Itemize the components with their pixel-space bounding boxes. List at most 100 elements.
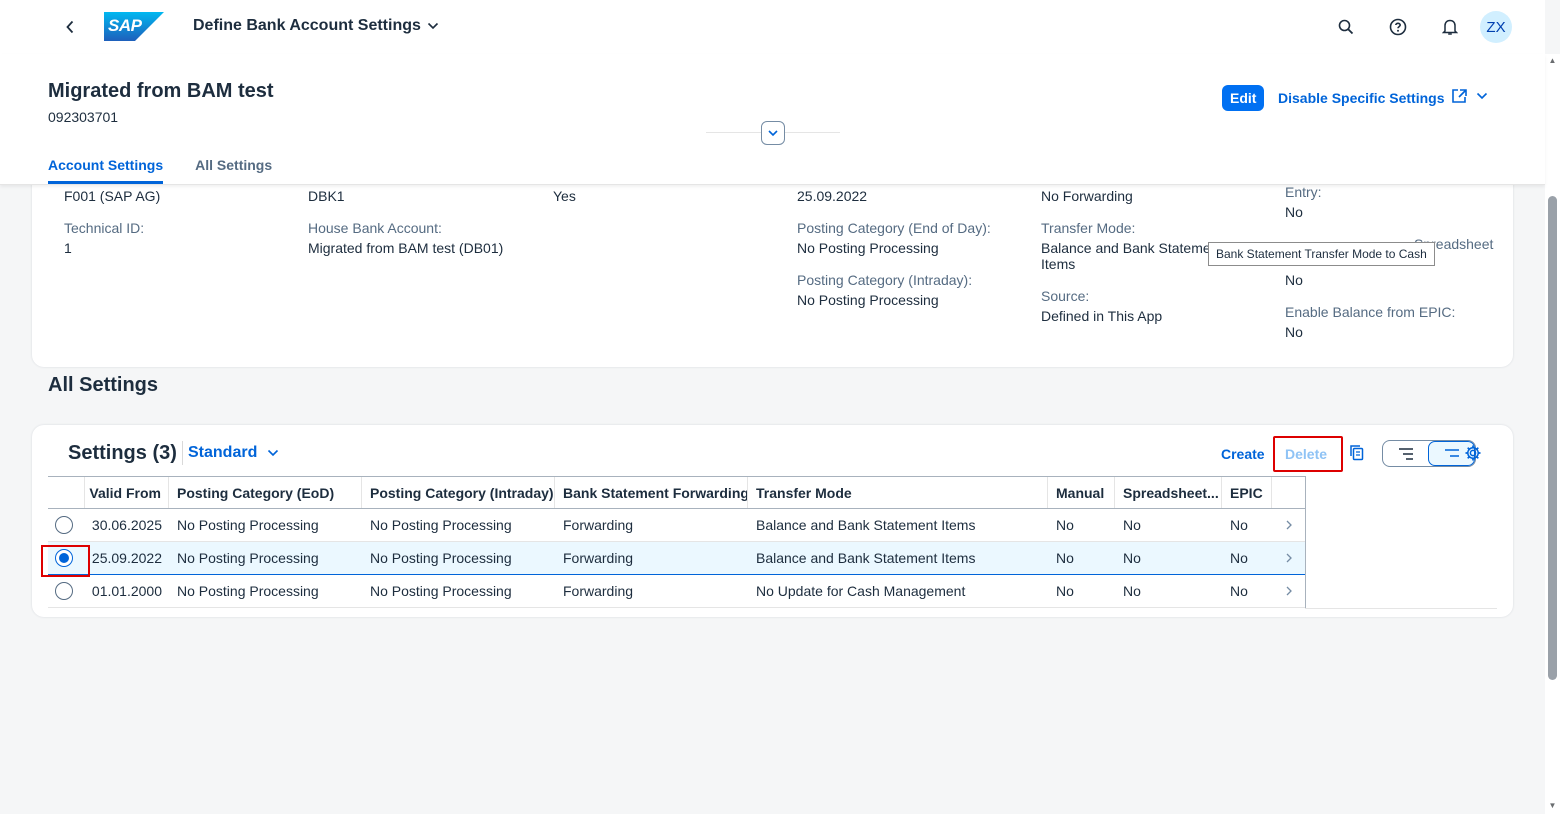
- header-nav-cell: [1272, 477, 1305, 508]
- transfer-mode-label: Transfer Mode:: [1041, 220, 1136, 236]
- row-radio[interactable]: [55, 582, 73, 600]
- help-icon: [1389, 18, 1407, 36]
- shell-bar: SAP Define Bank Account Settings ZX: [0, 0, 1545, 54]
- scroll-down-arrow[interactable]: ▼: [1548, 801, 1557, 810]
- tab-all-settings[interactable]: All Settings: [195, 157, 272, 184]
- scrollbar-thumb[interactable]: [1548, 196, 1557, 680]
- header-select-cell: [48, 477, 85, 508]
- valid-from-cell: 30.06.2025: [91, 517, 162, 533]
- select-cell: [48, 509, 85, 541]
- manual-cell: No: [1056, 517, 1074, 533]
- copy-button[interactable]: [1349, 444, 1365, 467]
- title-separator: [182, 441, 183, 465]
- entry-value: No: [1285, 204, 1303, 220]
- chevron-down-icon: [427, 22, 438, 30]
- table-bottom-border: [1305, 608, 1497, 609]
- tab-bar: Account Settings All Settings: [48, 157, 272, 184]
- search-icon: [1338, 19, 1354, 35]
- app-title: Define Bank Account Settings: [193, 17, 421, 34]
- forwarding-cell: Forwarding: [563, 550, 634, 566]
- spreadsheet-value: No: [1285, 272, 1303, 288]
- variant-label: Standard: [188, 444, 258, 461]
- eod-cell: No Posting Processing: [177, 550, 319, 566]
- column-header[interactable]: Posting Category (Intraday): [362, 477, 555, 508]
- nav-cell[interactable]: [1272, 575, 1305, 607]
- chevron-right-icon: [1286, 586, 1292, 596]
- nav-cell[interactable]: [1272, 542, 1305, 574]
- spreadsheet-cell: No: [1123, 517, 1141, 533]
- column-header[interactable]: EPIC: [1222, 477, 1272, 508]
- house-bank-account-value: Migrated from BAM test (DB01): [308, 240, 504, 256]
- house-bank-account-label: House Bank Account:: [308, 220, 442, 236]
- chevron-right-icon: [1286, 553, 1292, 563]
- tree-view-button[interactable]: [1383, 441, 1428, 466]
- table-title: Settings (3): [68, 442, 177, 464]
- column-header[interactable]: Transfer Mode: [748, 477, 1048, 508]
- table-row[interactable]: 01.01.2000 No Posting Processing No Post…: [48, 575, 1305, 608]
- source-label: Source:: [1041, 288, 1090, 304]
- page-title: Migrated from BAM test: [48, 80, 274, 102]
- column-header[interactable]: Valid From: [85, 477, 169, 508]
- table-row-selected[interactable]: 25.09.2022 No Posting Processing No Post…: [48, 542, 1305, 575]
- logo-text: SAP: [108, 16, 142, 35]
- gear-icon: [1465, 445, 1481, 461]
- manual-cell: No: [1056, 550, 1074, 566]
- spreadsheet-cell: No: [1123, 583, 1141, 599]
- table-header-row: Valid From Posting Category (EoD) Postin…: [48, 476, 1305, 509]
- selected-radio-highlight-box: [41, 545, 90, 577]
- delete-highlight-box: [1273, 436, 1343, 472]
- sap-logo[interactable]: SAP: [104, 12, 164, 41]
- settings-button[interactable]: [1464, 444, 1482, 467]
- table-row[interactable]: 30.06.2025 No Posting Processing No Post…: [48, 509, 1305, 542]
- column-header[interactable]: Bank Statement Forwarding: [555, 477, 748, 508]
- flag-value: Yes: [553, 188, 576, 204]
- transfer-mode-cell: Balance and Bank Statement Items: [756, 517, 976, 533]
- help-button[interactable]: [1386, 15, 1410, 39]
- search-button[interactable]: [1334, 15, 1358, 39]
- technical-id-label: Technical ID:: [64, 220, 145, 236]
- intraday-cell: No Posting Processing: [370, 583, 512, 599]
- share-icon: [1452, 89, 1467, 103]
- notifications-button[interactable]: [1438, 15, 1462, 39]
- company-code-value: F001 (SAP AG): [64, 188, 161, 204]
- create-button[interactable]: Create: [1221, 446, 1265, 462]
- valid-from-cell: 25.09.2022: [91, 550, 162, 566]
- column-header[interactable]: Manual: [1048, 477, 1115, 508]
- expand-header-button[interactable]: [761, 121, 785, 145]
- forwarding-cell: Forwarding: [563, 517, 634, 533]
- list-flat-icon: [1444, 448, 1459, 457]
- scroll-up-arrow[interactable]: ▲: [1548, 56, 1557, 65]
- chevron-down-icon: [268, 449, 279, 457]
- technical-id-value: 1: [64, 240, 72, 256]
- column-header[interactable]: Spreadsheet...: [1115, 477, 1222, 508]
- nav-cell[interactable]: [1272, 509, 1305, 541]
- entry-label: Entry:: [1285, 184, 1322, 200]
- valid-from-cell: 01.01.2000: [91, 583, 162, 599]
- settings-table-card: Settings (3) Standard Create Delete Vali…: [32, 425, 1513, 617]
- disable-specific-settings-button[interactable]: Disable Specific Settings: [1278, 90, 1445, 106]
- app-title-menu[interactable]: Define Bank Account Settings: [193, 17, 439, 35]
- share-menu-button[interactable]: [1451, 88, 1488, 104]
- epic-cell: No: [1230, 583, 1248, 599]
- edit-button[interactable]: Edit: [1222, 85, 1265, 111]
- epic-cell: No: [1230, 517, 1248, 533]
- column-header[interactable]: Posting Category (EoD): [169, 477, 362, 508]
- epic-cell: No: [1230, 550, 1248, 566]
- eod-cell: No Posting Processing: [177, 517, 319, 533]
- row-radio[interactable]: [55, 516, 73, 534]
- forwarding-cell: Forwarding: [563, 583, 634, 599]
- user-avatar[interactable]: ZX: [1480, 11, 1512, 43]
- forwarding-value: No Forwarding: [1041, 188, 1133, 204]
- list-indent-icon: [1398, 447, 1413, 460]
- intraday-cell: No Posting Processing: [370, 550, 512, 566]
- transfer-mode-value-line2: Items: [1041, 256, 1076, 272]
- enable-balance-epic-label: Enable Balance from EPIC:: [1285, 304, 1456, 320]
- all-settings-section-title: All Settings: [48, 374, 159, 396]
- object-page-header: Migrated from BAM test 092303701 Edit Di…: [0, 54, 1545, 185]
- tab-account-settings[interactable]: Account Settings: [48, 157, 164, 184]
- variant-selector[interactable]: Standard: [188, 444, 279, 462]
- table-right-border: [1305, 476, 1306, 608]
- eod-cell: No Posting Processing: [177, 583, 319, 599]
- intraday-cell: No Posting Processing: [370, 517, 512, 533]
- back-button[interactable]: [60, 17, 80, 37]
